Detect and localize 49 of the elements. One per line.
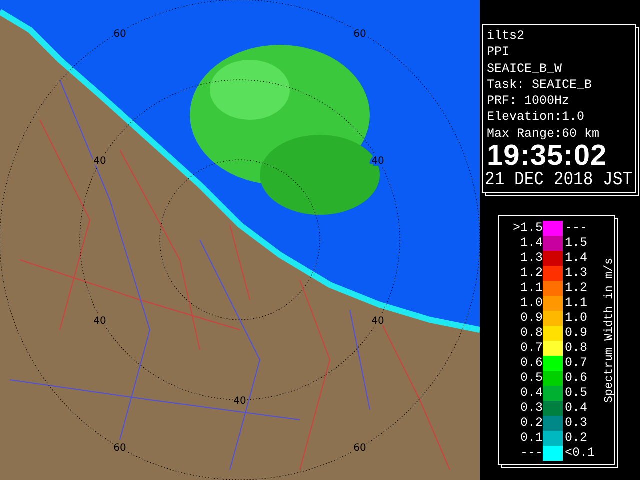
legend-label: ---: [564, 221, 589, 236]
legend-label: 1.4: [519, 236, 543, 252]
range-label: 60: [114, 29, 126, 40]
legend-label: 1.1: [564, 296, 589, 312]
legend-title: Spectrum Width in m/s: [603, 258, 616, 403]
range-label: 40: [234, 396, 246, 407]
legend-label: 1.3: [519, 251, 543, 266]
legend-label: 1.4: [564, 251, 589, 266]
legend-label: 0.4: [519, 386, 543, 402]
range-label: 60: [114, 443, 126, 454]
legend-label: 0.5: [519, 371, 543, 386]
legend-label: 0.4: [564, 401, 589, 416]
date-text: 21 DEC 2018 JST: [485, 168, 633, 192]
info-text: PRF: 1000Hz: [487, 93, 570, 110]
info-text: SEAICE_B_W: [487, 60, 562, 77]
range-label: 60: [354, 29, 366, 40]
legend-label: 0.2: [519, 416, 543, 432]
legend-label: 0.7: [564, 356, 589, 372]
legend-label: <0.1: [564, 446, 596, 462]
range-label: 60: [354, 443, 366, 454]
legend-label: 1.5: [564, 236, 589, 252]
legend-label: 0.9: [564, 326, 589, 342]
legend-label: 1.2: [519, 266, 543, 282]
range-label: 40: [372, 316, 384, 327]
legend-label: 0.9: [519, 311, 543, 326]
legend-label: 0.6: [519, 356, 543, 372]
info-text: Task: SEAICE_B: [487, 76, 592, 94]
legend-label: 0.5: [564, 386, 589, 402]
legend-label: 1.1: [519, 281, 543, 296]
info-text: Max Range:60 km: [487, 126, 600, 142]
info-text: Elevation:1.0: [487, 109, 585, 126]
range-label: 40: [94, 316, 106, 327]
legend-label: 0.6: [564, 371, 589, 386]
legend-label: 0.8: [564, 341, 589, 356]
legend-label: 0.1: [519, 431, 543, 446]
legend-label: 1.0: [519, 296, 543, 312]
legend-label: 0.7: [519, 341, 543, 356]
legend-label: 1.3: [564, 266, 589, 282]
legend-label: >1.5: [512, 221, 543, 236]
legend-label: 0.8: [519, 326, 543, 342]
legend-label: 0.2: [564, 431, 589, 446]
legend-label: 0.3: [564, 416, 589, 432]
legend-label: 1.2: [564, 281, 589, 296]
info-text: ilts2: [487, 28, 525, 44]
time-text: 19:35:02: [487, 142, 608, 170]
legend-label: 1.0: [564, 311, 589, 326]
legend-label: ---: [519, 446, 543, 462]
info-text: PPI: [487, 44, 510, 61]
legend-label: 0.3: [519, 401, 543, 416]
